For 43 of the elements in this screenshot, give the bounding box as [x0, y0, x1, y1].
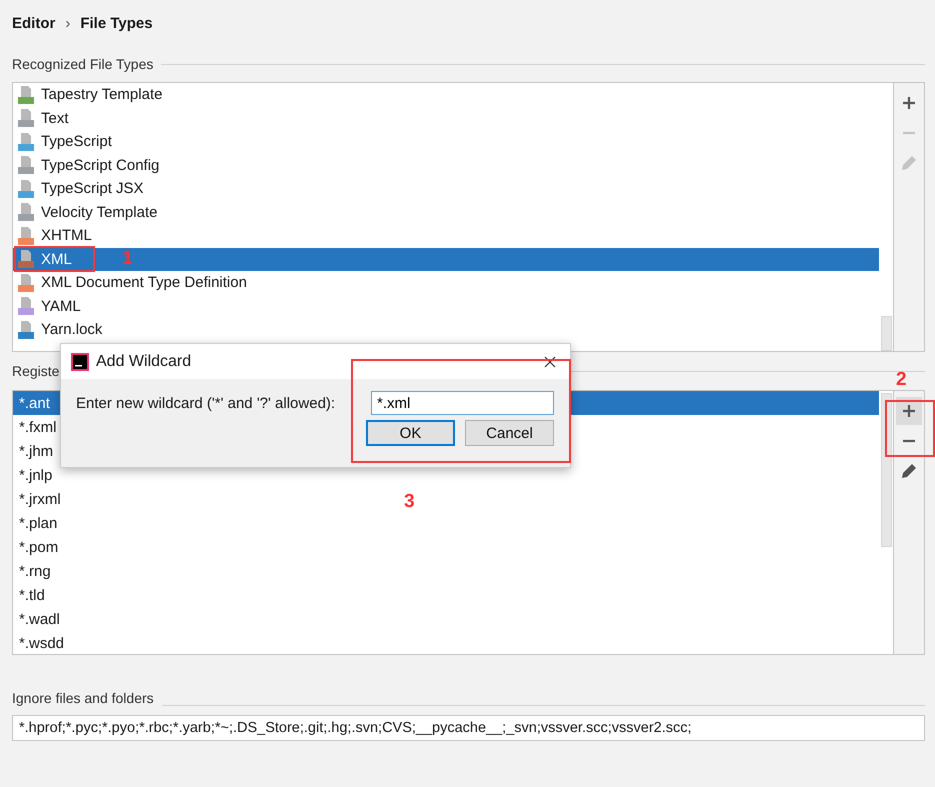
field-label: Enter new wildcard ('*' and '?' allowed):: [76, 394, 336, 412]
file-type-item[interactable]: TypeScript JSX: [13, 177, 879, 200]
section-label: Recognized File Types: [12, 56, 154, 72]
annotation-number: 3: [404, 491, 415, 513]
pattern-item[interactable]: *.jnlp: [13, 463, 58, 487]
file-type-item[interactable]: TypeScript Config: [13, 154, 879, 177]
pattern-item[interactable]: *.jrxml: [13, 487, 67, 511]
breadcrumb-separator: ›: [65, 14, 70, 32]
pattern-item[interactable]: *.plan: [13, 511, 64, 535]
dialog-title: Add Wildcard: [96, 352, 192, 370]
annotation-number: 2: [896, 369, 907, 391]
ignore-field[interactable]: *.hprof;*.pyc;*.pyo;*.rbc;*.yarb;*~;.DS_Store;.git;.hg;.svn;CVS;__pycache__;_svn;vssver.scc;vssver2.scc;: [12, 715, 925, 741]
file-type-item[interactable]: YAML: [13, 294, 879, 318]
cancel-button[interactable]: Cancel: [465, 420, 554, 446]
file-type-item[interactable]: Yarn.lock: [13, 318, 879, 342]
pencil-icon: [901, 463, 917, 479]
breadcrumb-item: File Types: [80, 14, 153, 32]
close-icon[interactable]: [544, 356, 556, 368]
section-label: Ignore files and folders: [12, 690, 154, 706]
plus-icon: [902, 404, 916, 418]
ok-button[interactable]: OK: [366, 420, 455, 446]
pattern-item[interactable]: *.wsdd: [13, 631, 70, 654]
pattern-item[interactable]: *.tld: [13, 583, 51, 607]
plus-icon: [902, 96, 916, 110]
wildcard-field[interactable]: *.xml: [371, 391, 554, 415]
file-type-item[interactable]: XHTML: [13, 224, 879, 248]
highlight-frame: [885, 400, 935, 457]
annotation-number: 1: [122, 248, 133, 270]
file-type-item[interactable]: Text: [13, 106, 879, 130]
pattern-item[interactable]: *.jhm: [13, 439, 60, 463]
breadcrumb-item[interactable]: Editor: [12, 14, 56, 32]
app-icon: [71, 352, 89, 370]
pattern-item[interactable]: *.fxml: [13, 415, 62, 439]
pencil-icon: [901, 155, 917, 171]
add-button[interactable]: [896, 397, 922, 425]
pattern-item[interactable]: *.rng: [13, 559, 57, 583]
file-type-item[interactable]: XML Document Type Definition: [13, 271, 879, 294]
file-type-item[interactable]: Velocity Template: [13, 200, 879, 224]
pattern-item[interactable]: *.pom: [13, 535, 64, 559]
file-type-item[interactable]: Tapestry Template: [13, 83, 879, 106]
section-label: Registe: [12, 363, 60, 379]
pattern-item[interactable]: *.wadl: [13, 607, 66, 631]
file-type-item[interactable]: TypeScript: [13, 130, 879, 154]
